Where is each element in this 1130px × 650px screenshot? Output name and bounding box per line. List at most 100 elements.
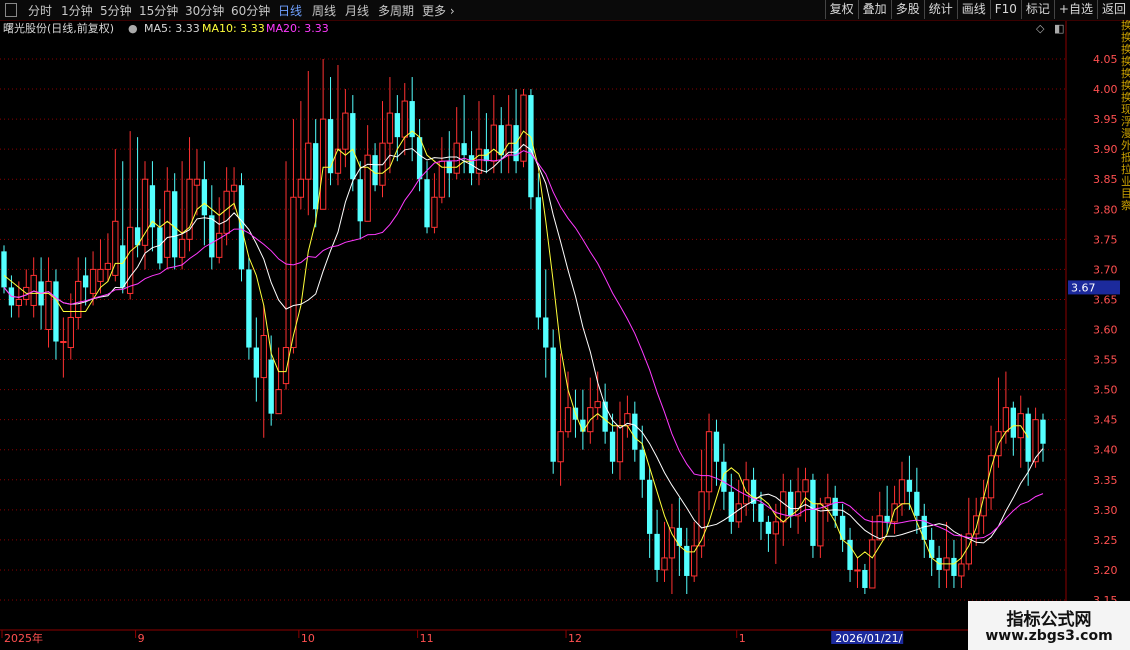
candle xyxy=(594,371,601,420)
candle-body xyxy=(394,113,401,138)
candle xyxy=(550,329,556,474)
candle xyxy=(698,449,705,558)
candles xyxy=(1,59,1046,594)
candle xyxy=(557,353,564,486)
candle xyxy=(30,257,37,318)
candle-body xyxy=(89,268,97,294)
candle-body xyxy=(705,431,713,493)
candle xyxy=(134,137,141,258)
candle-body xyxy=(654,533,660,570)
candle-body xyxy=(869,539,876,589)
candle xyxy=(713,419,720,486)
candle-body xyxy=(172,191,178,258)
candle xyxy=(260,305,267,438)
candle-body xyxy=(386,112,394,144)
candle-body xyxy=(594,401,601,409)
candle xyxy=(483,113,490,174)
candle xyxy=(750,467,757,522)
right-side-text-strip: 换换换换换换换现浮漫外抵拉业目察 xyxy=(1121,20,1130,450)
candle xyxy=(505,95,512,174)
candle xyxy=(379,101,386,198)
watermark-url: www.zbgs3.com xyxy=(985,628,1113,644)
candle-body xyxy=(60,341,67,344)
y-tick-label: 3.55 xyxy=(1093,354,1118,367)
candle xyxy=(193,149,201,216)
candle xyxy=(431,173,438,234)
candle-body xyxy=(780,491,787,523)
candle-body xyxy=(929,539,935,558)
candle xyxy=(728,473,734,534)
watermark-title: 指标公式网 xyxy=(1006,610,1092,630)
candle xyxy=(780,473,787,546)
y-tick-label: 3.60 xyxy=(1093,324,1118,337)
candle xyxy=(676,497,683,576)
candle-body xyxy=(313,143,319,210)
candle-body xyxy=(728,491,734,522)
candle xyxy=(75,257,82,330)
candle xyxy=(438,137,446,204)
candle xyxy=(810,473,816,558)
candle-body xyxy=(416,137,423,180)
candle xyxy=(995,377,1002,468)
candle xyxy=(327,77,334,186)
candle xyxy=(535,173,542,330)
candle-body xyxy=(350,113,356,180)
candle-body xyxy=(15,298,23,306)
candle xyxy=(453,107,460,180)
candle-body xyxy=(1040,419,1046,444)
candle-body xyxy=(721,461,727,492)
y-tick-label: 3.25 xyxy=(1093,534,1118,547)
candle-body xyxy=(223,190,230,234)
candle-body xyxy=(914,491,920,516)
candle xyxy=(543,269,549,378)
candle xyxy=(468,131,475,186)
candle xyxy=(209,185,215,270)
candle-body xyxy=(357,179,363,222)
candle-body xyxy=(246,269,252,348)
y-tick-label: 4.05 xyxy=(1093,53,1118,66)
candle-body xyxy=(891,503,898,523)
candle-body xyxy=(424,179,430,228)
candle xyxy=(112,149,119,282)
x-tick-label: 1 xyxy=(739,632,746,645)
candle xyxy=(120,161,126,294)
candle-body xyxy=(876,515,883,541)
candle xyxy=(1032,407,1039,468)
candle-body xyxy=(906,479,913,492)
x-tick-label: 9 xyxy=(138,632,145,645)
candle-body xyxy=(97,268,104,282)
candle xyxy=(246,257,252,360)
candle-body xyxy=(505,124,512,156)
y-tick-label: 3.85 xyxy=(1093,173,1118,186)
candle-body xyxy=(104,262,112,270)
candle xyxy=(1002,371,1010,444)
candle-body xyxy=(713,431,720,462)
candle xyxy=(646,467,653,558)
candle xyxy=(876,491,883,541)
candle-body xyxy=(824,497,831,505)
candle xyxy=(898,461,906,516)
candle-body xyxy=(401,100,408,138)
candle xyxy=(334,65,342,186)
candle-body xyxy=(632,413,638,450)
candle-body xyxy=(661,557,668,571)
candle xyxy=(765,515,772,552)
candle-body xyxy=(854,569,861,572)
candle xyxy=(60,317,67,378)
candle-body xyxy=(461,143,467,156)
candle-body xyxy=(126,226,134,294)
candle-body xyxy=(82,275,89,288)
candle xyxy=(364,125,371,222)
candle-body xyxy=(290,196,297,349)
candle-body xyxy=(120,245,126,288)
candlestick-chart[interactable]: 3.153.203.253.303.353.403.453.503.553.60… xyxy=(0,0,1130,650)
y-tick-label: 3.75 xyxy=(1093,233,1118,246)
candle xyxy=(164,167,171,270)
candle-body xyxy=(342,112,349,150)
candle xyxy=(216,197,223,264)
candle-body xyxy=(772,521,780,535)
x-tick-label: 10 xyxy=(301,632,315,645)
candle xyxy=(319,59,327,210)
y-tick-label: 3.90 xyxy=(1093,143,1118,156)
candle xyxy=(661,521,668,582)
